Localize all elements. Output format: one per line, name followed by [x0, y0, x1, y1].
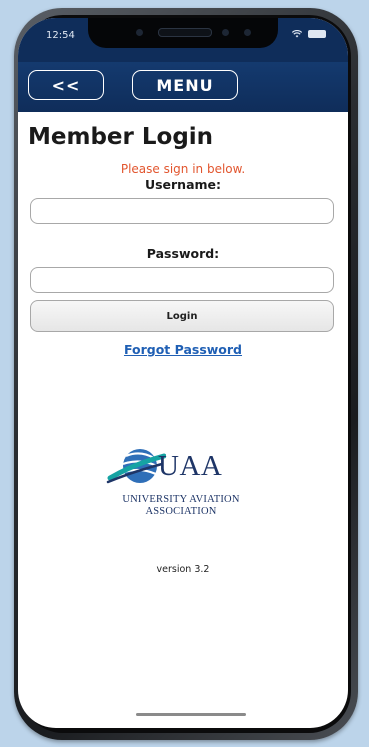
logo-line-1: UNIVERSITY AVIATION [122, 494, 240, 505]
wifi-icon [292, 30, 302, 38]
password-label: Password: [146, 246, 220, 261]
front-camera [222, 29, 229, 36]
proximity-sensor [244, 29, 251, 36]
logo-line-2: ASSOCIATION [145, 506, 217, 517]
login-content: Member Login Please sign in below. Usern… [18, 112, 348, 728]
notch [88, 18, 278, 48]
status-bar: 12:54 [18, 18, 348, 62]
globe-swoosh-icon [106, 449, 166, 484]
password-input[interactable] [30, 267, 334, 293]
username-input[interactable] [30, 198, 334, 224]
home-indicator [136, 713, 246, 716]
page-title: Member Login [28, 124, 214, 150]
logo-wordmark: UAA [158, 450, 223, 482]
status-time: 12:54 [46, 30, 75, 41]
signin-prompt: Please sign in below. [120, 162, 246, 176]
menu-button[interactable]: MENU [132, 70, 238, 100]
username-label: Username: [144, 177, 222, 192]
version-text: version 3.2 [156, 564, 210, 575]
battery-icon [308, 30, 326, 38]
front-sensor [136, 29, 143, 36]
speaker-grille [158, 28, 212, 37]
uaa-logo: UAA UNIVERSITY AVIATION ASSOCIATION [106, 442, 256, 532]
nav-bar: << MENU [18, 62, 348, 112]
back-button[interactable]: << [28, 70, 104, 100]
status-icons [292, 30, 326, 38]
app-screen: 12:54 << MENU Member Login Please sign i… [18, 18, 348, 728]
login-button[interactable]: Login [30, 300, 334, 332]
forgot-password-link[interactable]: Forgot Password [18, 342, 348, 357]
